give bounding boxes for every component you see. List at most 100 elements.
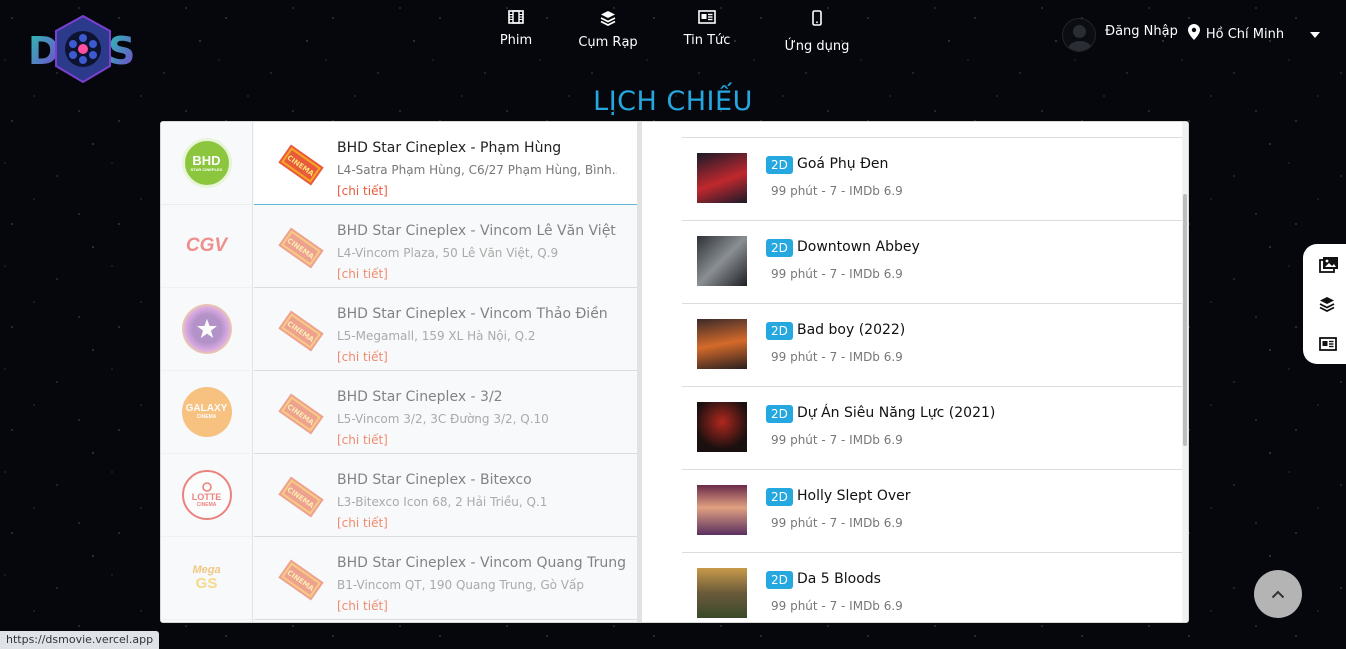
lotte-logo: LOTTE CINEMA [181, 470, 232, 520]
chevron-down-icon[interactable] [1309, 32, 1320, 38]
movie-poster[interactable] [697, 236, 747, 286]
movie-list: 2D Goá Phụ Đen 99 phút - 7 - IMDb 6.9 2D… [642, 122, 1188, 622]
images-icon[interactable] [1319, 256, 1339, 274]
movie-title[interactable]: Bad boy (2022) [797, 322, 905, 338]
format-badge: 2D [766, 156, 793, 174]
city-select[interactable]: Hồ Chí Minh [1206, 27, 1302, 42]
galaxy-logo: GALAXY CINEMA [181, 387, 232, 437]
nav-label: Cụm Rạp [578, 35, 638, 50]
cinema-marquee-icon: CINEMA [278, 393, 324, 435]
movie-item[interactable]: 2D Downtown Abbey 99 phút - 7 - IMDb 6.9 [682, 221, 1184, 304]
movie-title[interactable]: Goá Phụ Đen [797, 156, 888, 172]
page-title: LỊCH CHIẾU [593, 86, 753, 117]
cinema-address: L4-Vincom Plaza, 50 Lê Văn Việt, Q.9 [337, 246, 559, 260]
format-badge: 2D [766, 571, 793, 589]
cinema-marquee-icon: CINEMA [278, 559, 324, 601]
cinema-detail-link[interactable]: [chi tiết] [337, 433, 388, 447]
nav-label: Ứng dụng [784, 39, 850, 54]
cinema-name: BHD Star Cineplex - Phạm Hùng [337, 140, 562, 156]
browser-status-url: https://dsmovie.vercel.app [0, 631, 160, 649]
movie-poster[interactable] [697, 485, 747, 535]
nav-tin-tuc[interactable]: Tin Tức [666, 10, 748, 54]
brand-item-lotte[interactable]: LOTTE CINEMA [161, 454, 252, 537]
movie-poster[interactable] [697, 568, 747, 618]
cinema-name: BHD Star Cineplex - 3/2 [337, 389, 503, 405]
movie-poster[interactable] [697, 153, 747, 203]
brand-item-cgv[interactable]: CGV [161, 205, 252, 288]
cinema-name: BHD Star Cineplex - Bitexco [337, 472, 532, 488]
megags-logo: Mega GS [192, 564, 221, 592]
cinema-address: L5-Vincom 3/2, 3C Đường 3/2, Q.10 [337, 412, 549, 426]
cinema-address: L4-Satra Phạm Hùng, C6/27 Phạm Hùng, Bìn… [337, 163, 617, 177]
cinema-marquee-icon: CINEMA [278, 476, 324, 518]
movie-meta: 99 phút - 7 - IMDb 6.9 [771, 267, 903, 281]
movie-title[interactable]: Da 5 Bloods [797, 571, 881, 587]
cinema-detail-link[interactable]: [chi tiết] [337, 350, 388, 364]
newspaper-icon[interactable] [1319, 337, 1337, 351]
cinema-item[interactable]: CINEMA BHD Star Cineplex - Phạm Hùng L4-… [254, 122, 637, 205]
movie-title[interactable]: Downtown Abbey [797, 239, 920, 255]
location-pin-icon [1187, 24, 1200, 40]
movie-item[interactable]: 2D Dự Án Siêu Năng Lực (2021) 99 phút - … [682, 387, 1184, 470]
brand-item-megags[interactable]: Mega GS [161, 537, 252, 620]
cinema-address: L5-Megamall, 159 XL Hà Nội, Q.2 [337, 329, 536, 343]
chevron-up-icon [1271, 590, 1285, 598]
nav-phim[interactable]: Phim [480, 10, 552, 54]
brand-item-cinestar[interactable] [161, 288, 252, 371]
movie-meta: 99 phút - 7 - IMDb 6.9 [771, 350, 903, 364]
nav-label: Tin Tức [683, 33, 731, 48]
cinema-detail-link[interactable]: [chi tiết] [337, 516, 388, 530]
movie-poster[interactable] [697, 319, 747, 369]
nav-ung-dung[interactable]: Ứng dụng [776, 10, 858, 54]
movie-title[interactable]: Dự Án Siêu Năng Lực (2021) [797, 405, 995, 421]
cinema-item[interactable]: CINEMA BHD Star Cineplex - Bitexco L3-Bi… [254, 454, 637, 537]
cinema-detail-link[interactable]: [chi tiết] [337, 599, 388, 613]
movie-poster[interactable] [697, 402, 747, 452]
scroll-to-top-button[interactable] [1254, 570, 1302, 618]
cinema-address: B1-Vincom QT, 190 Quang Trung, Gò Vấp [337, 578, 584, 592]
showtime-panel: BHD STAR CINEPLEX CGV GALAXY CINEMA LOTT… [160, 121, 1189, 623]
brand-list: BHD STAR CINEPLEX CGV GALAXY CINEMA LOTT… [161, 122, 253, 622]
cinema-item[interactable]: CINEMA BHD Star Cineplex - Vincom Quang … [254, 537, 637, 620]
brand-item-bhd[interactable]: BHD STAR CINEPLEX [161, 122, 252, 205]
cgv-logo: CGV [185, 235, 228, 256]
movie-title[interactable]: Holly Slept Over [797, 488, 911, 504]
scrollbar-thumb[interactable] [1183, 194, 1187, 446]
layers-icon[interactable] [1319, 296, 1335, 312]
format-badge: 2D [766, 488, 793, 506]
cinema-marquee-icon: CINEMA [278, 144, 324, 186]
cinema-item[interactable]: CINEMA BHD Star Cineplex - Vincom Thảo Đ… [254, 288, 637, 371]
format-badge: 2D [766, 322, 793, 340]
format-badge: 2D [766, 239, 793, 257]
cinema-detail-link[interactable]: [chi tiết] [337, 184, 388, 198]
cinema-address: L3-Bitexco Icon 68, 2 Hải Triều, Q.1 [337, 495, 548, 509]
cinema-marquee-icon: CINEMA [278, 310, 324, 352]
cinema-name: BHD Star Cineplex - Vincom Lê Văn Việt [337, 223, 616, 239]
movie-item[interactable]: 2D Goá Phụ Đen 99 phút - 7 - IMDb 6.9 [682, 138, 1184, 221]
login-link[interactable]: Đăng Nhập [1105, 24, 1178, 39]
bhd-logo: BHD STAR CINEPLEX [181, 138, 232, 188]
cinema-detail-link[interactable]: [chi tiết] [337, 267, 388, 281]
cinema-name: BHD Star Cineplex - Vincom Quang Trung [337, 555, 627, 571]
movie-meta: 99 phút - 7 - IMDb 6.9 [771, 599, 903, 613]
site-logo[interactable]: D S [28, 14, 138, 88]
cinema-marquee-icon: CINEMA [278, 227, 324, 269]
movie-item[interactable]: 2D Bad boy (2022) 99 phút - 7 - IMDb 6.9 [682, 304, 1184, 387]
cinema-item[interactable]: CINEMA BHD Star Cineplex - Vincom Lê Văn… [254, 205, 637, 288]
nav-cum-rap[interactable]: Cụm Rạp [562, 10, 654, 54]
layers-icon [600, 11, 616, 26]
cinema-item[interactable]: CINEMA BHD Star Cineplex - 3/2 L5-Vincom… [254, 371, 637, 454]
svg-text:D: D [28, 29, 60, 73]
movie-item[interactable]: 2D Holly Slept Over 99 phút - 7 - IMDb 6… [682, 470, 1184, 553]
movie-meta: 99 phút - 7 - IMDb 6.9 [771, 184, 903, 198]
avatar[interactable] [1062, 18, 1096, 52]
format-badge: 2D [766, 405, 793, 423]
svg-text:S: S [108, 29, 135, 73]
user-area: Đăng Nhập Hồ Chí Minh [1062, 18, 1320, 52]
film-icon [508, 10, 524, 24]
nav-label: Phim [499, 33, 533, 48]
movie-item[interactable]: 2D Da 5 Bloods 99 phút - 7 - IMDb 6.9 [682, 553, 1184, 622]
brand-item-galaxy[interactable]: GALAXY CINEMA [161, 371, 252, 454]
movie-meta: 99 phút - 7 - IMDb 6.9 [771, 516, 903, 530]
cinema-name: BHD Star Cineplex - Vincom Thảo Điền [337, 306, 608, 322]
